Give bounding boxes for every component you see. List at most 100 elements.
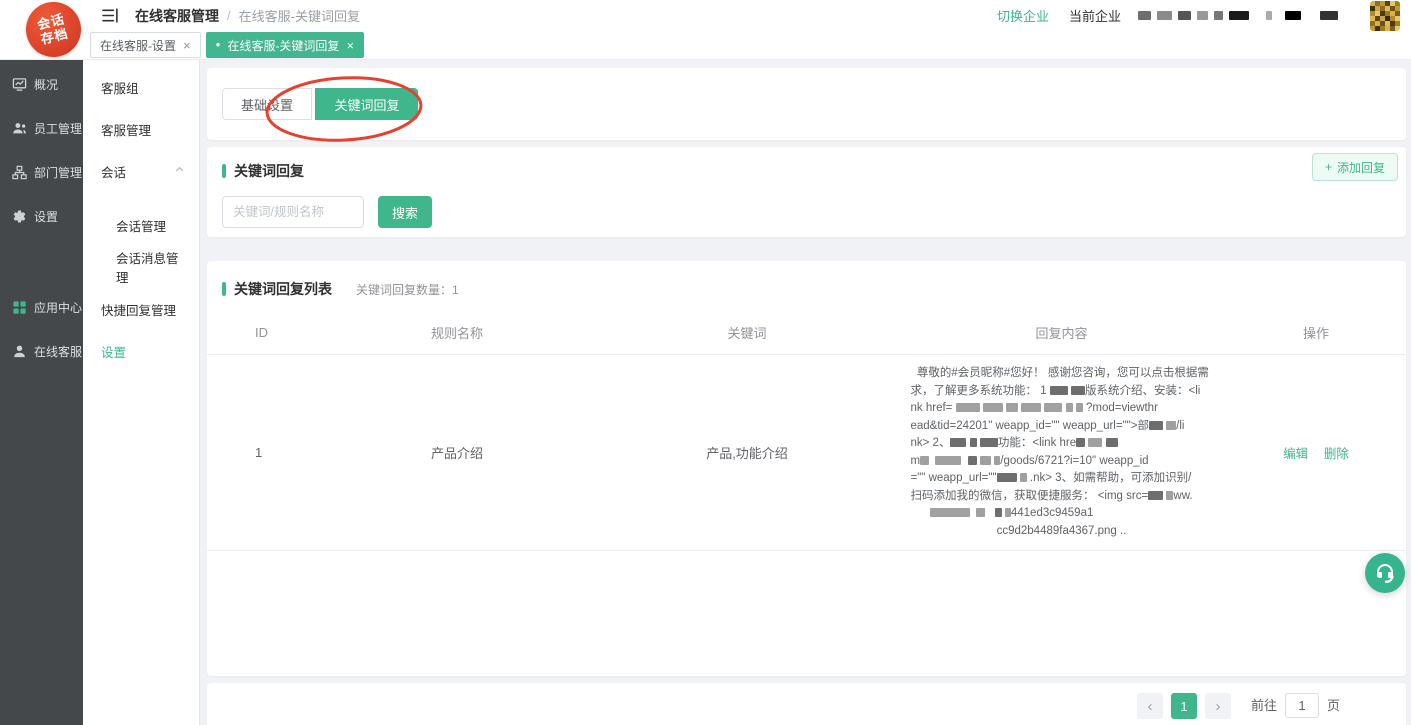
breadcrumb-current: 在线客服-关键词回复 [239,6,360,25]
redacted-text [1106,438,1118,447]
redacted-text [1166,421,1176,430]
active-dot-icon: ● [216,41,221,49]
app-logo: 会话 存档 [26,2,81,57]
overview-icon [12,77,27,92]
reply-line: 求，了解更多系统功能： 1 版系统介绍、安装：<li [911,383,1213,401]
list-section-title: 关键词回复列表 [234,279,332,299]
sidebar-item-label: 员工管理 [34,120,82,137]
submenu-label: 设置 [101,342,126,361]
secondary-sidebar: 客服组 客服管理 会话 会话管理 会话消息管理 快捷回复管理 设置 [83,60,200,725]
reply-count-label: 关键词回复数量：1 [356,281,459,298]
redacted-text [1066,403,1073,412]
prev-page-button[interactable]: ‹ [1137,693,1163,719]
redacted-text [1021,403,1041,412]
keyword-list-card: 关键词回复列表 关键词回复数量：1 ID 规则名称 关键词 回复内容 操作 1 … [207,261,1406,676]
pagination-card: ‹ 1 › 前往 页 [207,683,1406,725]
redacted-text [970,438,977,447]
redacted-text [976,508,985,517]
submenu-label: 快捷回复管理 [101,300,176,319]
submenu-item-session-message-management[interactable]: 会话消息管理 [83,246,199,288]
switch-company-link[interactable]: 切换企业 [997,6,1049,25]
submenu-item-settings[interactable]: 设置 [83,330,199,372]
submenu-label: 会话 [101,162,126,181]
search-button[interactable]: 搜索 [378,196,432,228]
chevron-up-icon [174,164,185,178]
close-tab-icon[interactable]: × [346,38,354,53]
reply-line: cc9d2b4489fa4367.png .. [911,523,1213,541]
goto-page-input[interactable] [1285,693,1319,718]
cell-id: 1 [207,445,317,460]
close-tab-icon[interactable]: × [183,38,191,53]
sidebar-item-settings[interactable]: 设置 [0,194,83,238]
submenu-label: 客服管理 [101,120,151,139]
submenu-item-session[interactable]: 会话 [83,150,199,192]
edit-link[interactable]: 编辑 [1283,447,1308,461]
add-reply-button[interactable]: + 添加回复 [1312,153,1398,181]
sidebar-item-employees[interactable]: 员工管理 [0,106,83,150]
submenu-item-service-groups[interactable]: 客服组 [83,66,199,108]
submenu-label: 客服组 [101,78,139,97]
submenu-item-quick-reply-management[interactable]: 快捷回复管理 [83,288,199,330]
delete-link[interactable]: 删除 [1324,447,1349,461]
tab-online-service-settings[interactable]: 在线客服-设置 × [90,32,201,58]
redacted-text [983,403,1003,412]
goto-label: 前往 [1251,693,1277,719]
basic-settings-button[interactable]: 基础设置 [222,88,312,120]
reply-line: m /goods/6721?i=10" weapp_id [911,453,1213,471]
redacted-text [1006,403,1018,412]
redacted-text [1020,473,1027,482]
next-page-button[interactable]: › [1205,693,1231,719]
submenu-item-session-management[interactable]: 会话管理 [83,204,199,246]
reply-line: ="" weapp_url="" .nk> 3、如需帮助，可添加识别/ [911,470,1213,488]
redacted-text [994,456,1000,465]
column-header-id: ID [207,325,317,340]
sidebar-item-overview[interactable]: 概况 [0,62,83,106]
sidebar-item-departments[interactable]: 部门管理 [0,150,83,194]
employees-icon [12,121,27,136]
keyword-search-input[interactable] [222,196,364,228]
keyword-filter-card: 关键词回复 搜索 + 添加回复 [207,147,1406,237]
submenu-item-service-management[interactable]: 客服管理 [83,108,199,150]
table-header-row: ID 规则名称 关键词 回复内容 操作 [207,311,1406,355]
cell-reply-content: 尊敬的#会员昵称#您好！ 感谢您咨询，您可以点击根据需求，了解更多系统功能： 1… [897,365,1226,540]
submenu-label: 会话管理 [116,216,166,235]
sidebar-item-label: 在线客服 [34,343,82,360]
sidebar-item-label: 概况 [34,76,58,93]
app-center-icon [12,300,27,315]
tab-bar: 在线客服-设置 × ● 在线客服-关键词回复 × [0,31,1411,60]
column-header-keywords: 关键词 [597,323,897,342]
reply-line: ead&tid=24201" weapp_id="" weapp_url="">… [911,418,1213,436]
redacted-text [980,438,998,447]
current-page-button[interactable]: 1 [1171,693,1197,719]
view-toggle-card: 基础设置 关键词回复 [207,68,1406,140]
primary-sidebar: 概况 员工管理 部门管理 设置 应用中心 在线客服 [0,60,83,725]
departments-icon [12,165,27,180]
redacted-text [920,456,929,465]
reply-line: 尊敬的#会员昵称#您好！ 感谢您咨询，您可以点击根据需 [911,365,1213,383]
reply-content-block: 尊敬的#会员昵称#您好！ 感谢您咨询，您可以点击根据需求，了解更多系统功能： 1… [911,365,1213,540]
redacted-text [1071,386,1085,395]
breadcrumb-separator: / [227,8,231,23]
main-content: 基础设置 关键词回复 关键词回复 搜索 + 添加回复 关键词回复列 [200,60,1411,725]
sidebar-item-app-center[interactable]: 应用中心 [0,285,83,329]
section-marker [222,164,226,178]
redacted-text [1149,421,1163,430]
redacted-text [950,438,966,447]
tab-label: 在线客服-设置 [100,37,176,54]
redacted-text [1044,403,1062,412]
user-avatar[interactable] [1370,1,1400,31]
customer-service-float-button[interactable] [1365,553,1405,593]
column-header-reply-content: 回复内容 [897,323,1226,342]
page-unit-label: 页 [1327,693,1340,719]
breadcrumb-root[interactable]: 在线客服管理 [135,6,219,26]
top-header: 在线客服管理 / 在线客服-关键词回复 切换企业 当前企业 [0,0,1411,31]
reply-line: 扫码添加我的微信，获取便捷服务： <img src= ww. [911,488,1213,506]
keyword-reply-button[interactable]: 关键词回复 [315,88,418,120]
collapse-menu-icon[interactable] [102,8,119,23]
sidebar-item-online-service[interactable]: 在线客服 [0,329,83,373]
redacted-text [968,456,977,465]
submenu-session-children: 会话管理 会话消息管理 [83,204,199,288]
tab-keyword-reply[interactable]: ● 在线客服-关键词回复 × [206,32,364,58]
column-header-rule-name: 规则名称 [317,323,597,342]
settings-gear-icon [12,209,27,224]
